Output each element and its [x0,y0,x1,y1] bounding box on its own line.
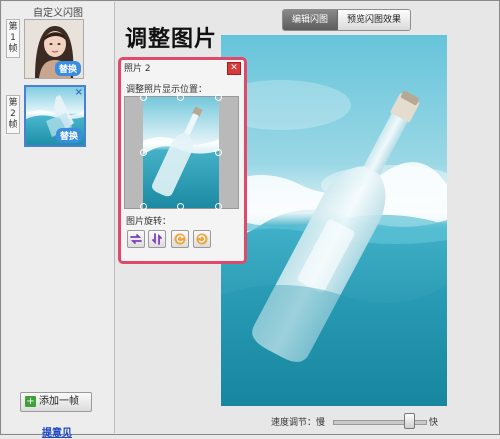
crop-handle-top[interactable] [177,94,184,101]
rotate-label: 图片旋转： [126,217,172,227]
remove-frame-icon[interactable]: × [75,87,83,98]
crop-position-label: 调整照片显示位置： [126,85,208,95]
rotate-left-button[interactable] [171,230,189,248]
speed-slider-handle[interactable] [403,413,415,429]
crop-handle-top-left[interactable] [140,94,147,101]
add-frame-label: 添加一帧 [39,396,79,407]
frame-list-panel: 自定义闪图 第1帧 替换 第2帧 × 替换 + 添加一帧 提意见 [2,2,115,439]
crop-preview[interactable] [143,97,219,208]
frame-label-2: 第2帧 [6,95,20,134]
crop-handle-bottom-right[interactable] [215,203,222,210]
flip-horizontal-button[interactable] [127,230,145,248]
crop-area[interactable] [124,94,239,210]
crop-handle-bottom-left[interactable] [140,203,147,210]
rotate-left-icon [174,233,186,245]
main-image-canvas[interactable] [221,35,447,406]
flip-vertical-icon [152,233,162,245]
photo-adjust-dialog: 照片 2 ✕ 调整照片显示位置： 图片旋转： [118,57,247,264]
panel-title: 自定义闪图 [33,8,83,19]
crop-handle-top-right[interactable] [215,94,222,101]
flip-vertical-button[interactable] [148,230,166,248]
frame-thumbnail-1[interactable]: 替换 [24,19,84,79]
crop-preview-image [143,97,219,208]
crop-handle-left[interactable] [140,149,147,156]
flip-horizontal-icon [130,234,142,244]
crop-handle-right[interactable] [215,149,222,156]
add-frame-button[interactable]: + 添加一帧 [20,392,92,412]
frame-label-1: 第1帧 [6,19,20,58]
mode-tabs: 编辑闪图 预览闪图效果 [282,9,412,31]
speed-label: 速度调节：慢 [271,418,326,428]
frame-label-text: 第1帧 [8,22,18,54]
replace-button-1[interactable]: 替换 [54,61,81,76]
page-title: 调整图片 [125,27,218,52]
frame-thumbnail-2[interactable]: × 替换 [24,85,86,147]
speed-fast-label: 快 [429,418,439,428]
replace-button-2[interactable]: 替换 [55,128,82,143]
app-window: 自定义闪图 第1帧 替换 第2帧 × 替换 + 添加一帧 提意见 编辑闪图 预览… [0,0,500,439]
frame-label-text: 第2帧 [8,98,18,130]
bottle-in-water-main-image [221,35,447,406]
rotate-right-icon [196,233,208,245]
dialog-title: 照片 2 [124,64,151,74]
plus-icon: + [25,396,36,407]
tab-edit[interactable]: 编辑闪图 [283,10,339,30]
rotate-right-button[interactable] [193,230,211,248]
close-icon[interactable]: ✕ [227,62,241,75]
tab-preview[interactable]: 预览闪图效果 [338,10,411,30]
feedback-link[interactable]: 提意见 [42,424,72,439]
crop-handle-bottom[interactable] [177,203,184,210]
